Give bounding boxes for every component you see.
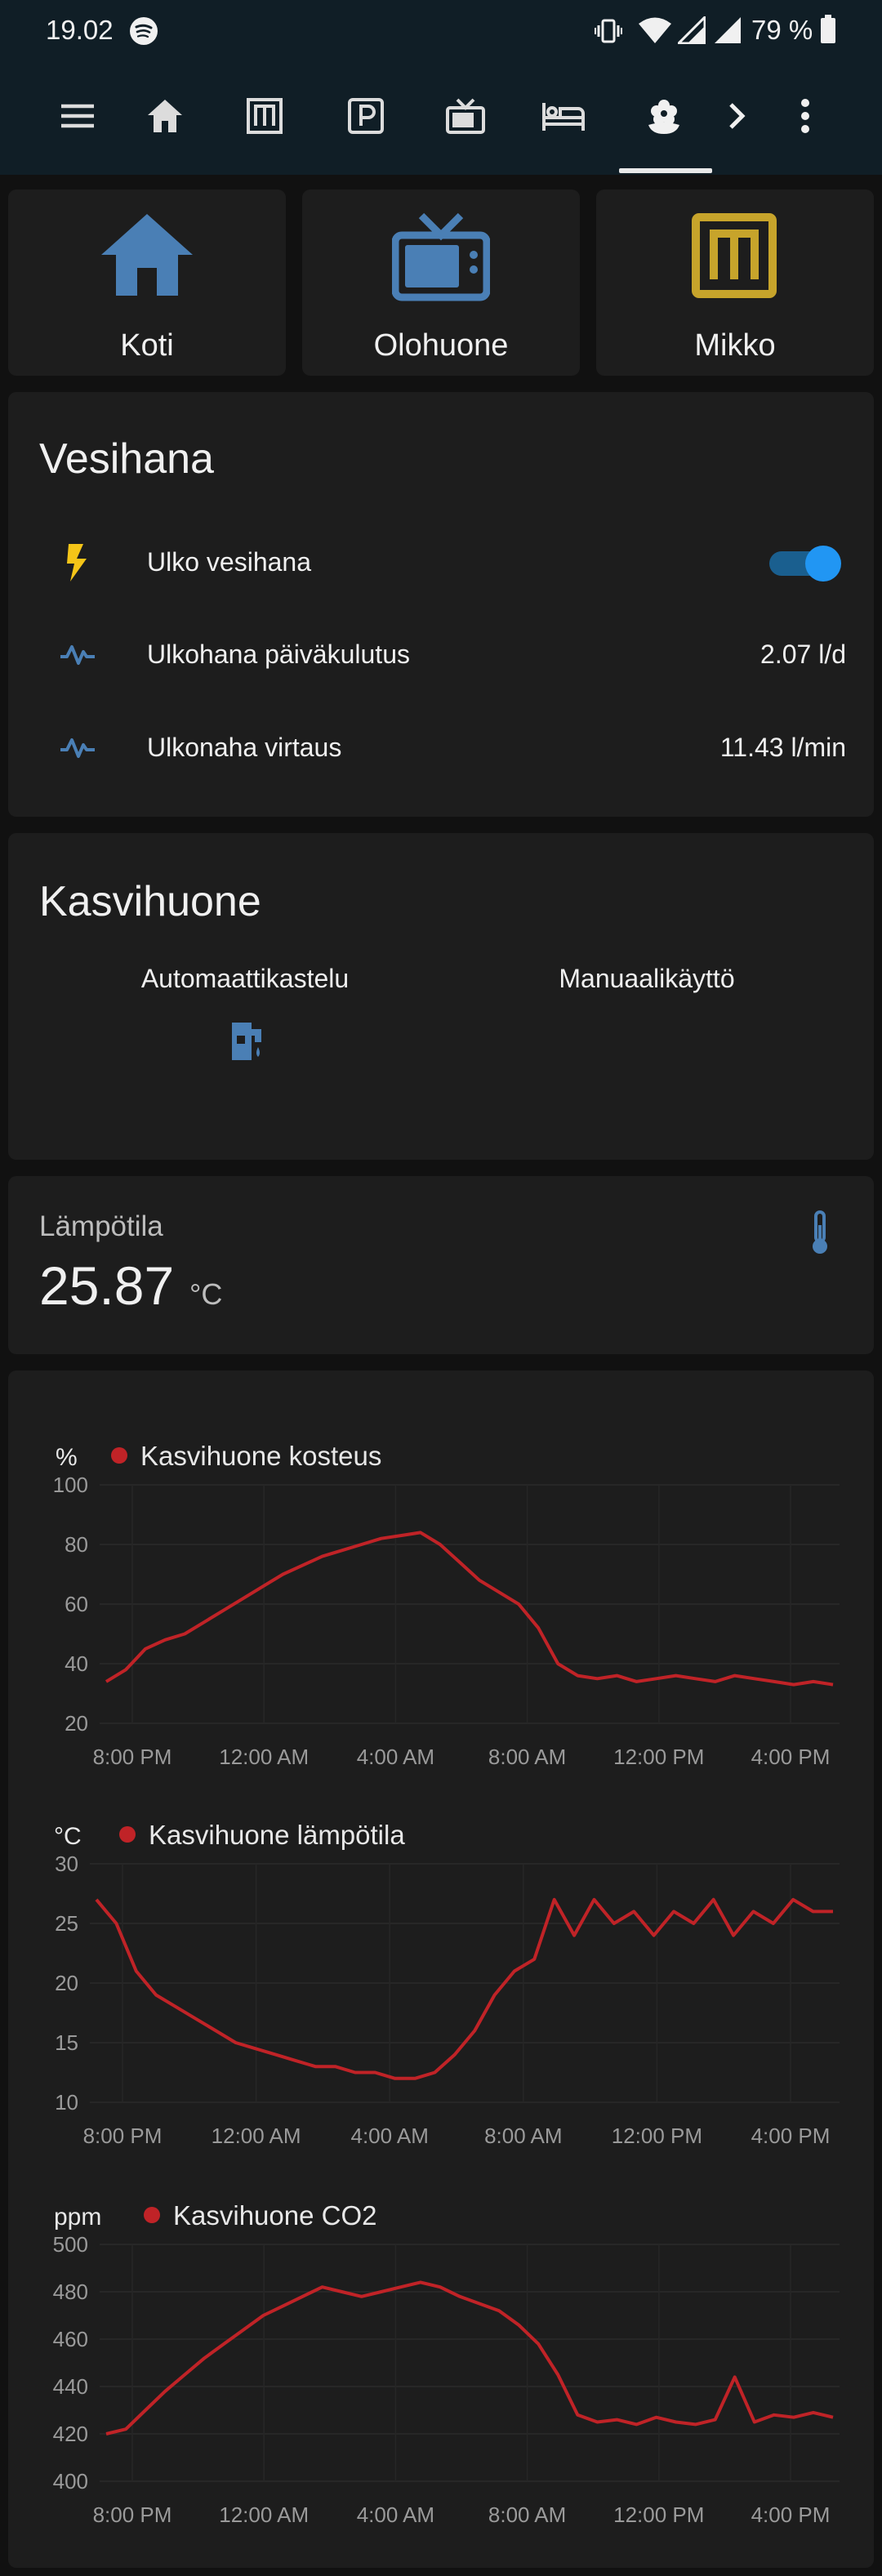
sensor-value: 25.87 (39, 1255, 175, 1316)
legend-swatch (144, 2207, 160, 2223)
button-label: Manuaalikäyttö (559, 964, 735, 993)
bed-icon[interactable] (539, 91, 588, 140)
pulse-icon (60, 645, 95, 665)
y-tick-label: 10 (55, 2090, 78, 2115)
y-tick-label: 20 (55, 1971, 78, 1995)
vesihana-card: Vesihana Ulko vesihana Ulkohana päiväkul… (8, 392, 874, 817)
tv-icon (392, 212, 490, 301)
y-tick-label: 15 (55, 2030, 78, 2055)
vibrate-icon (595, 19, 622, 43)
x-tick-label: 4:00 AM (357, 2502, 434, 2527)
card-title: Kasvihuone (39, 878, 261, 925)
x-tick-label: 8:00 PM (93, 1745, 172, 1769)
y-tick-label: 40 (65, 1651, 88, 1676)
legend-label: Kasvihuone lämpötila (149, 1820, 405, 1850)
battery-percent: 79 % (751, 15, 813, 45)
shortcut-mikko[interactable]: Mikko (596, 189, 874, 376)
legend-label: Kasvihuone kosteus (140, 1441, 381, 1471)
x-tick-label: 12:00 PM (612, 2124, 702, 2148)
kasvihuone-card: Kasvihuone Automaattikastelu Manuaalikäy… (8, 833, 874, 1160)
x-tick-label: 4:00 PM (751, 2502, 831, 2527)
active-tab-indicator (619, 168, 712, 173)
x-tick-label: 8:00 AM (488, 2502, 566, 2527)
y-tick-label: 60 (65, 1592, 88, 1616)
row-label: Ulkonaha virtaus (147, 733, 342, 762)
spotify-icon (130, 17, 158, 45)
flower-icon[interactable] (639, 91, 688, 140)
button-label: Automaattikastelu (140, 964, 350, 993)
legend-swatch (111, 1447, 127, 1464)
x-tick-label: 4:00 PM (751, 2124, 831, 2148)
chevron-right-icon[interactable] (712, 91, 761, 140)
y-tick-label: 400 (53, 2469, 88, 2494)
sensor-label: Lämpötila (39, 1210, 163, 1242)
water-pump-icon (232, 1023, 261, 1060)
lightning-icon (67, 544, 87, 582)
series-line (95, 1897, 833, 2080)
m-logo-icon (692, 213, 777, 298)
x-tick-label: 8:00 AM (484, 2124, 562, 2148)
x-tick-label: 12:00 PM (613, 1745, 704, 1769)
legend-swatch (119, 1826, 136, 1843)
y-tick-label: 480 (53, 2280, 88, 2304)
y-tick-label: 420 (53, 2422, 88, 2446)
history-charts: % Kasvihuone kosteus100806040208:00 PM 12:… (53, 1441, 840, 2527)
home-icon[interactable] (140, 91, 189, 140)
toggle-switch[interactable] (766, 544, 841, 582)
y-tick-label: 440 (53, 2374, 88, 2399)
home-icon (101, 214, 193, 296)
x-tick-label: 4:00 AM (350, 2124, 428, 2148)
row-value: 11.43 l/min (719, 733, 846, 762)
y-tick-label: 30 (55, 1852, 78, 1876)
y-tick-label: 80 (65, 1532, 88, 1557)
series-line (105, 1531, 834, 1687)
axis-unit-label: °C (54, 1823, 82, 1850)
x-tick-label: 4:00 AM (357, 1745, 434, 1769)
axis-unit-label: % (56, 1444, 78, 1471)
history-graph-card: % Kasvihuone kosteus 100 80 60 40 20 8:00 PM 12:… (8, 1370, 874, 2568)
x-tick-label: 8:00 AM (488, 1745, 566, 1769)
x-tick-label: 8:00 PM (83, 2124, 163, 2148)
y-tick-label: 25 (55, 1911, 78, 1936)
battery-icon (821, 15, 835, 43)
wifi-icon (639, 17, 671, 43)
x-tick-label: 8:00 PM (93, 2502, 172, 2527)
row-label: Ulkohana päiväkulutus (147, 640, 410, 669)
signal-icon (715, 17, 741, 43)
menu-icon[interactable] (53, 91, 102, 140)
status-time: 19.02 (46, 15, 114, 45)
temperature-sensor-card[interactable]: Lämpötila 25.87 °C (8, 1176, 874, 1354)
sensor-unit: °C (189, 1277, 223, 1311)
x-tick-label: 12:00 PM (613, 2502, 704, 2527)
m-logo-icon[interactable] (240, 91, 289, 140)
thermometer-icon (813, 1210, 827, 1254)
y-tick-label: 500 (53, 2232, 88, 2257)
manuaalikaytto-button[interactable]: Manuaalikäyttö (459, 964, 835, 1078)
shortcut-olohuone[interactable]: Olohuone (302, 189, 580, 376)
automaattikastelu-button[interactable]: Automaattikastelu (57, 964, 433, 1078)
legend-label: Kasvihuone CO2 (173, 2200, 376, 2231)
x-tick-label: 12:00 AM (212, 2124, 301, 2148)
axis-unit-label: ppm (54, 2204, 101, 2231)
shortcut-koti[interactable]: Koti (8, 189, 286, 376)
tv-icon[interactable] (441, 91, 490, 140)
x-tick-label: 12:00 AM (219, 1745, 309, 1769)
y-tick-label: 100 (53, 1473, 88, 1497)
x-tick-label: 4:00 PM (751, 1745, 831, 1769)
series-line (105, 2280, 834, 2436)
y-tick-label: 20 (65, 1711, 88, 1736)
y-tick-label: 460 (53, 2327, 88, 2351)
shortcut-label: Olohuone (373, 328, 509, 363)
more-vert-icon[interactable] (781, 91, 830, 140)
pulse-icon (60, 738, 95, 758)
shortcut-label: Koti (120, 328, 174, 363)
shortcut-label: Mikko (694, 328, 776, 363)
card-title: Vesihana (39, 435, 214, 483)
parking-icon[interactable] (341, 91, 390, 140)
row-value: 2.07 l/d (760, 640, 846, 669)
signal-icon (678, 16, 706, 44)
x-tick-label: 12:00 AM (219, 2502, 309, 2527)
row-label: Ulko vesihana (147, 547, 311, 577)
